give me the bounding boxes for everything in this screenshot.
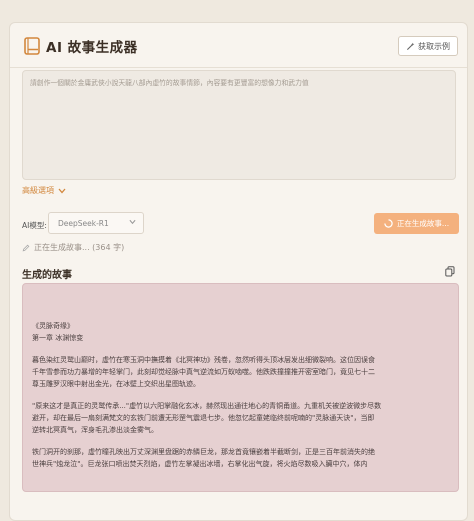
header-divider — [10, 67, 467, 68]
book-icon — [24, 37, 40, 55]
chevron-down-icon — [129, 219, 136, 225]
story-line: 暮色染红灵鹫山巅时，虚竹在寒玉洞中撫摸着《北冥神功》残卷，忽然听得头顶冰层发出细… — [32, 356, 375, 364]
story-paragraph: 铁门洞开的刹那，虚竹瞳孔映出万丈深渊里盘踞的赤鳞巨龙，那龙首竟镶嵌着半截断剑，正… — [32, 446, 449, 470]
advanced-options-toggle[interactable]: 高級選項 — [22, 185, 66, 196]
get-example-button[interactable]: 获取示例 — [398, 36, 458, 56]
story-paragraph: "原来这才是真正的灵鹫传承..."虚竹以六阳掌融化玄冰，赫然现出通往地心的青铜甬… — [32, 400, 449, 436]
status-text: 正在生成故事... (364 字) — [34, 243, 125, 252]
copy-icon[interactable] — [445, 266, 455, 277]
chevron-down-icon — [58, 188, 66, 193]
generated-story-content: 《灵脉奇缘》 第一章 冰渊惊变 暮色染红灵鹫山巅时，虚竹在寒玉洞中撫摸着《北冥神… — [22, 283, 459, 492]
story-prompt-textarea[interactable]: 請創作一個關於金庸武俠小說天龍八部內虛竹的故事情節，內容要有更豐富的想像力和武力… — [22, 70, 456, 180]
story-title-line: 《灵脉奇缘》 — [32, 322, 74, 330]
prompt-placeholder: 請創作一個關於金庸武俠小說天龍八部內虛竹的故事情節，內容要有更豐富的想像力和武力… — [30, 79, 309, 87]
advanced-options-label: 高級選項 — [22, 186, 54, 195]
story-line: 避开，却在最后一扇刻满梵文的玄铁门前遭无形罡气震退七步。他忽忆起童姥临终前呢喃的… — [32, 414, 375, 422]
wand-icon — [406, 42, 415, 50]
generation-status: 正在生成故事... (364 字) — [22, 242, 124, 253]
page-title: AI 故事生成器 — [46, 40, 138, 56]
story-line: "原来这才是真正的灵鹫传承..."虚竹以六阳掌融化玄冰，赫然现出通往地心的青铜甬… — [32, 402, 382, 410]
model-label: AI模型: — [22, 221, 47, 230]
pencil-icon — [22, 244, 30, 251]
model-selected-value: DeepSeek-R1 — [58, 218, 109, 228]
story-line: 铁门洞开的刹那，虚竹瞳孔映出万丈深渊里盘踞的赤鳞巨龙，那龙首竟镶嵌着半截断剑，正… — [32, 448, 375, 456]
story-chapter-line: 第一章 冰渊惊变 — [32, 334, 84, 342]
get-example-label: 获取示例 — [418, 41, 450, 51]
header: AI 故事生成器 获取示例 — [10, 23, 467, 67]
generate-story-button[interactable]: 正在生成故事... — [374, 213, 459, 234]
spinner-icon — [384, 219, 393, 228]
story-line: 世神兵"烛龙泣"。巨龙张口喷出焚天烈焰，虚竹左掌凝出冰墙，右掌化出气旋，将火焰尽… — [32, 460, 368, 468]
story-line: 尊玉雕罗汉眼中射出金光，在冰壁上交织出星图轨迹。 — [32, 380, 200, 388]
model-select[interactable]: DeepSeek-R1 — [48, 212, 144, 234]
story-section-title: 生成的故事 — [22, 270, 72, 281]
story-generator-card: AI 故事生成器 获取示例 請創作一個關於金庸武俠小說天龍八部內虛竹的故事情節，… — [9, 22, 468, 521]
generate-button-label: 正在生成故事... — [396, 219, 450, 228]
story-line: 千年雪参而功力暴增的年轻掌门，此刻却觉经脉中真气逆流如万蚁啮噬。他跌跌撞撞推开密… — [32, 368, 375, 376]
story-line: 逆转北冥真气，浑身毛孔渗出淡金雾气。 — [32, 426, 158, 434]
story-paragraph: 暮色染红灵鹫山巅时，虚竹在寒玉洞中撫摸着《北冥神功》残卷，忽然听得头顶冰层发出细… — [32, 354, 449, 390]
